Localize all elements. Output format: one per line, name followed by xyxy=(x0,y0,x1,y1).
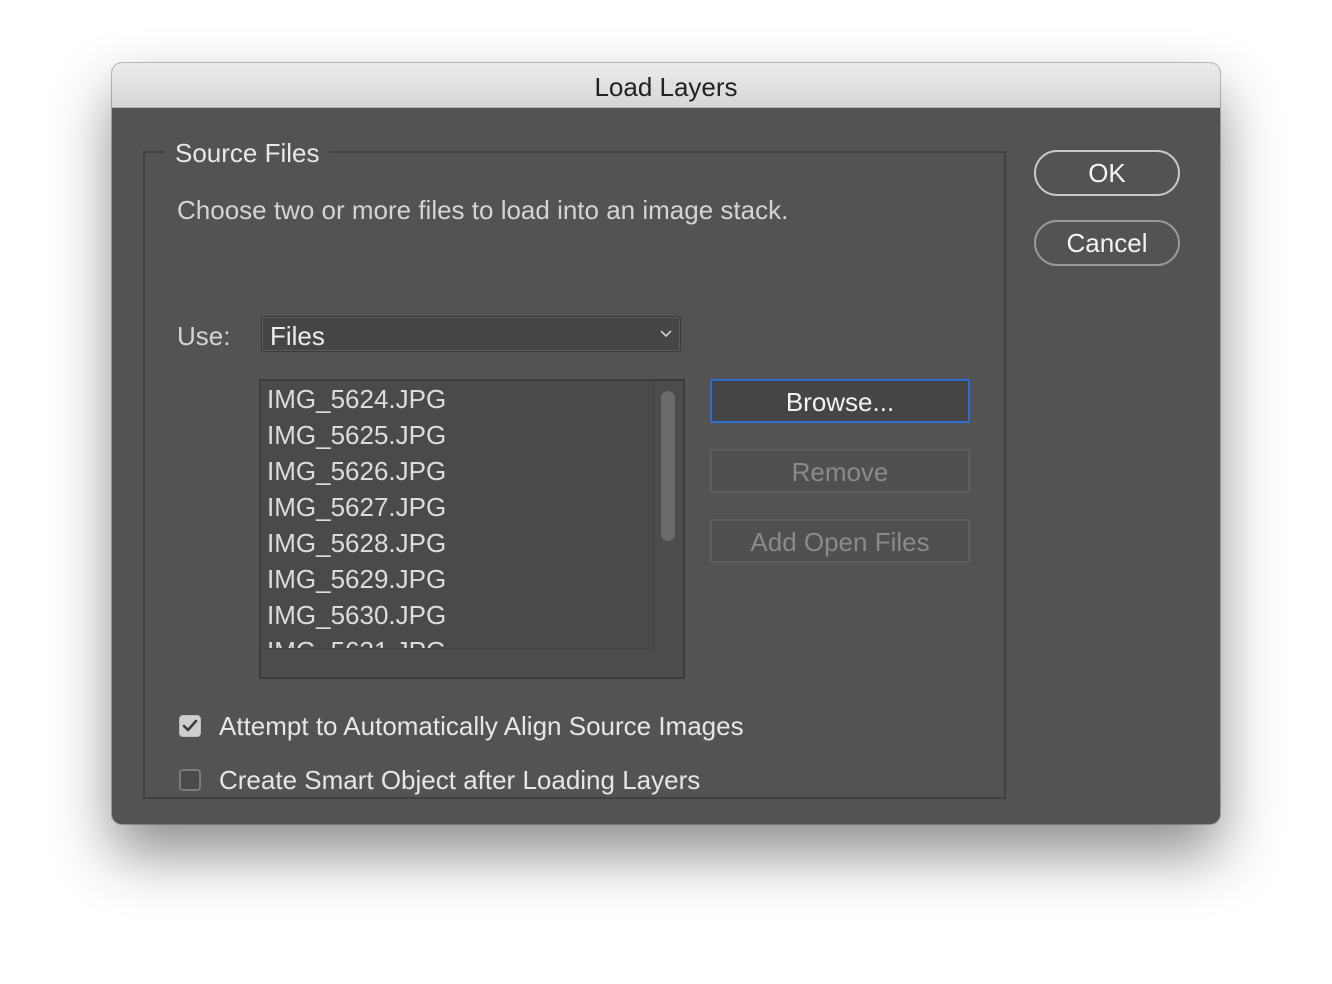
align-checkbox[interactable] xyxy=(179,715,201,737)
files-listbox[interactable]: IMG_5624.JPG IMG_5625.JPG IMG_5626.JPG I… xyxy=(259,379,685,679)
checkmark-icon xyxy=(182,719,198,732)
horizontal-scrollbar[interactable] xyxy=(261,648,655,677)
smart-object-label[interactable]: Create Smart Object after Loading Layers xyxy=(219,765,700,796)
source-files-legend: Source Files xyxy=(165,133,330,173)
use-dropdown[interactable]: Files xyxy=(261,316,681,352)
remove-button[interactable]: Remove xyxy=(710,449,970,493)
file-list-item[interactable]: IMG_5630.JPG xyxy=(261,597,655,633)
file-list-item[interactable]: IMG_5628.JPG xyxy=(261,525,655,561)
ok-button[interactable]: OK xyxy=(1034,150,1180,196)
use-label: Use: xyxy=(177,321,231,351)
browse-button[interactable]: Browse... xyxy=(710,379,970,423)
load-layers-dialog: Load Layers Source Files Choose two or m… xyxy=(112,63,1220,824)
files-list: IMG_5624.JPG IMG_5625.JPG IMG_5626.JPG I… xyxy=(261,381,655,649)
smart-object-checkbox[interactable] xyxy=(179,769,201,791)
file-list-item[interactable]: IMG_5627.JPG xyxy=(261,489,655,525)
instructions-text: Choose two or more files to load into an… xyxy=(177,195,789,225)
file-list-item[interactable]: IMG_5631.JPG xyxy=(261,633,655,649)
dialog-title: Load Layers xyxy=(112,63,1220,108)
vertical-scrollbar[interactable] xyxy=(654,381,683,649)
file-list-item[interactable]: IMG_5629.JPG xyxy=(261,561,655,597)
cancel-button[interactable]: Cancel xyxy=(1034,220,1180,266)
scrollbar-thumb[interactable] xyxy=(661,391,675,541)
use-dropdown-value: Files xyxy=(270,321,325,351)
file-list-item[interactable]: IMG_5626.JPG xyxy=(261,453,655,489)
file-list-item[interactable]: IMG_5625.JPG xyxy=(261,417,655,453)
add-open-files-button[interactable]: Add Open Files xyxy=(710,519,970,563)
source-files-group: Source Files Choose two or more files to… xyxy=(143,133,1006,799)
scrollbar-corner xyxy=(655,649,683,677)
align-label[interactable]: Attempt to Automatically Align Source Im… xyxy=(219,711,744,742)
chevron-down-icon xyxy=(660,330,672,338)
file-list-item[interactable]: IMG_5624.JPG xyxy=(261,381,655,417)
